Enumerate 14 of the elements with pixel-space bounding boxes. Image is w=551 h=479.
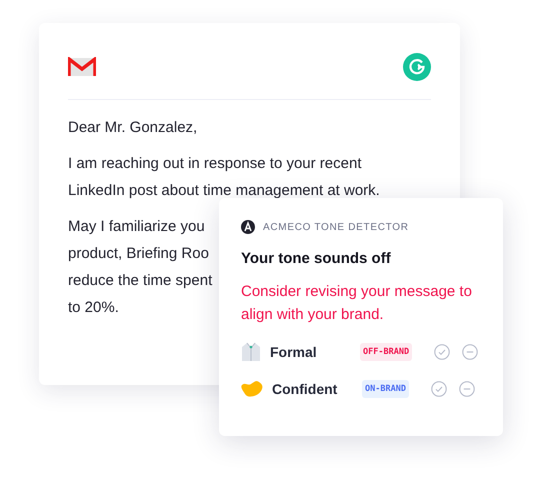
- body-text-line: LinkedIn post about time management at work.: [68, 181, 380, 201]
- tone-message: Consider revising your message to align with your brand.: [241, 282, 473, 325]
- brand-badge: OFF-BRAND: [360, 343, 412, 361]
- body-text-line: reduce the time spent: [68, 271, 212, 291]
- tone-name: Confident: [272, 381, 338, 397]
- body-text-line: I am reaching out in response to your recent: [68, 154, 362, 174]
- body-text-line: product, Briefing Roo: [68, 244, 209, 264]
- tone-name: Formal: [270, 344, 318, 360]
- tone-title: Your tone sounds off: [241, 250, 392, 267]
- brand-badge: ON-BRAND: [362, 380, 409, 398]
- greeting-text: Dear Mr. Gonzalez,: [68, 118, 198, 138]
- body-text-line: May I familiarize you: [68, 217, 205, 237]
- source-label: ACMECO TONE DETECTOR: [263, 222, 409, 232]
- body-text-line: to 20%.: [68, 298, 119, 318]
